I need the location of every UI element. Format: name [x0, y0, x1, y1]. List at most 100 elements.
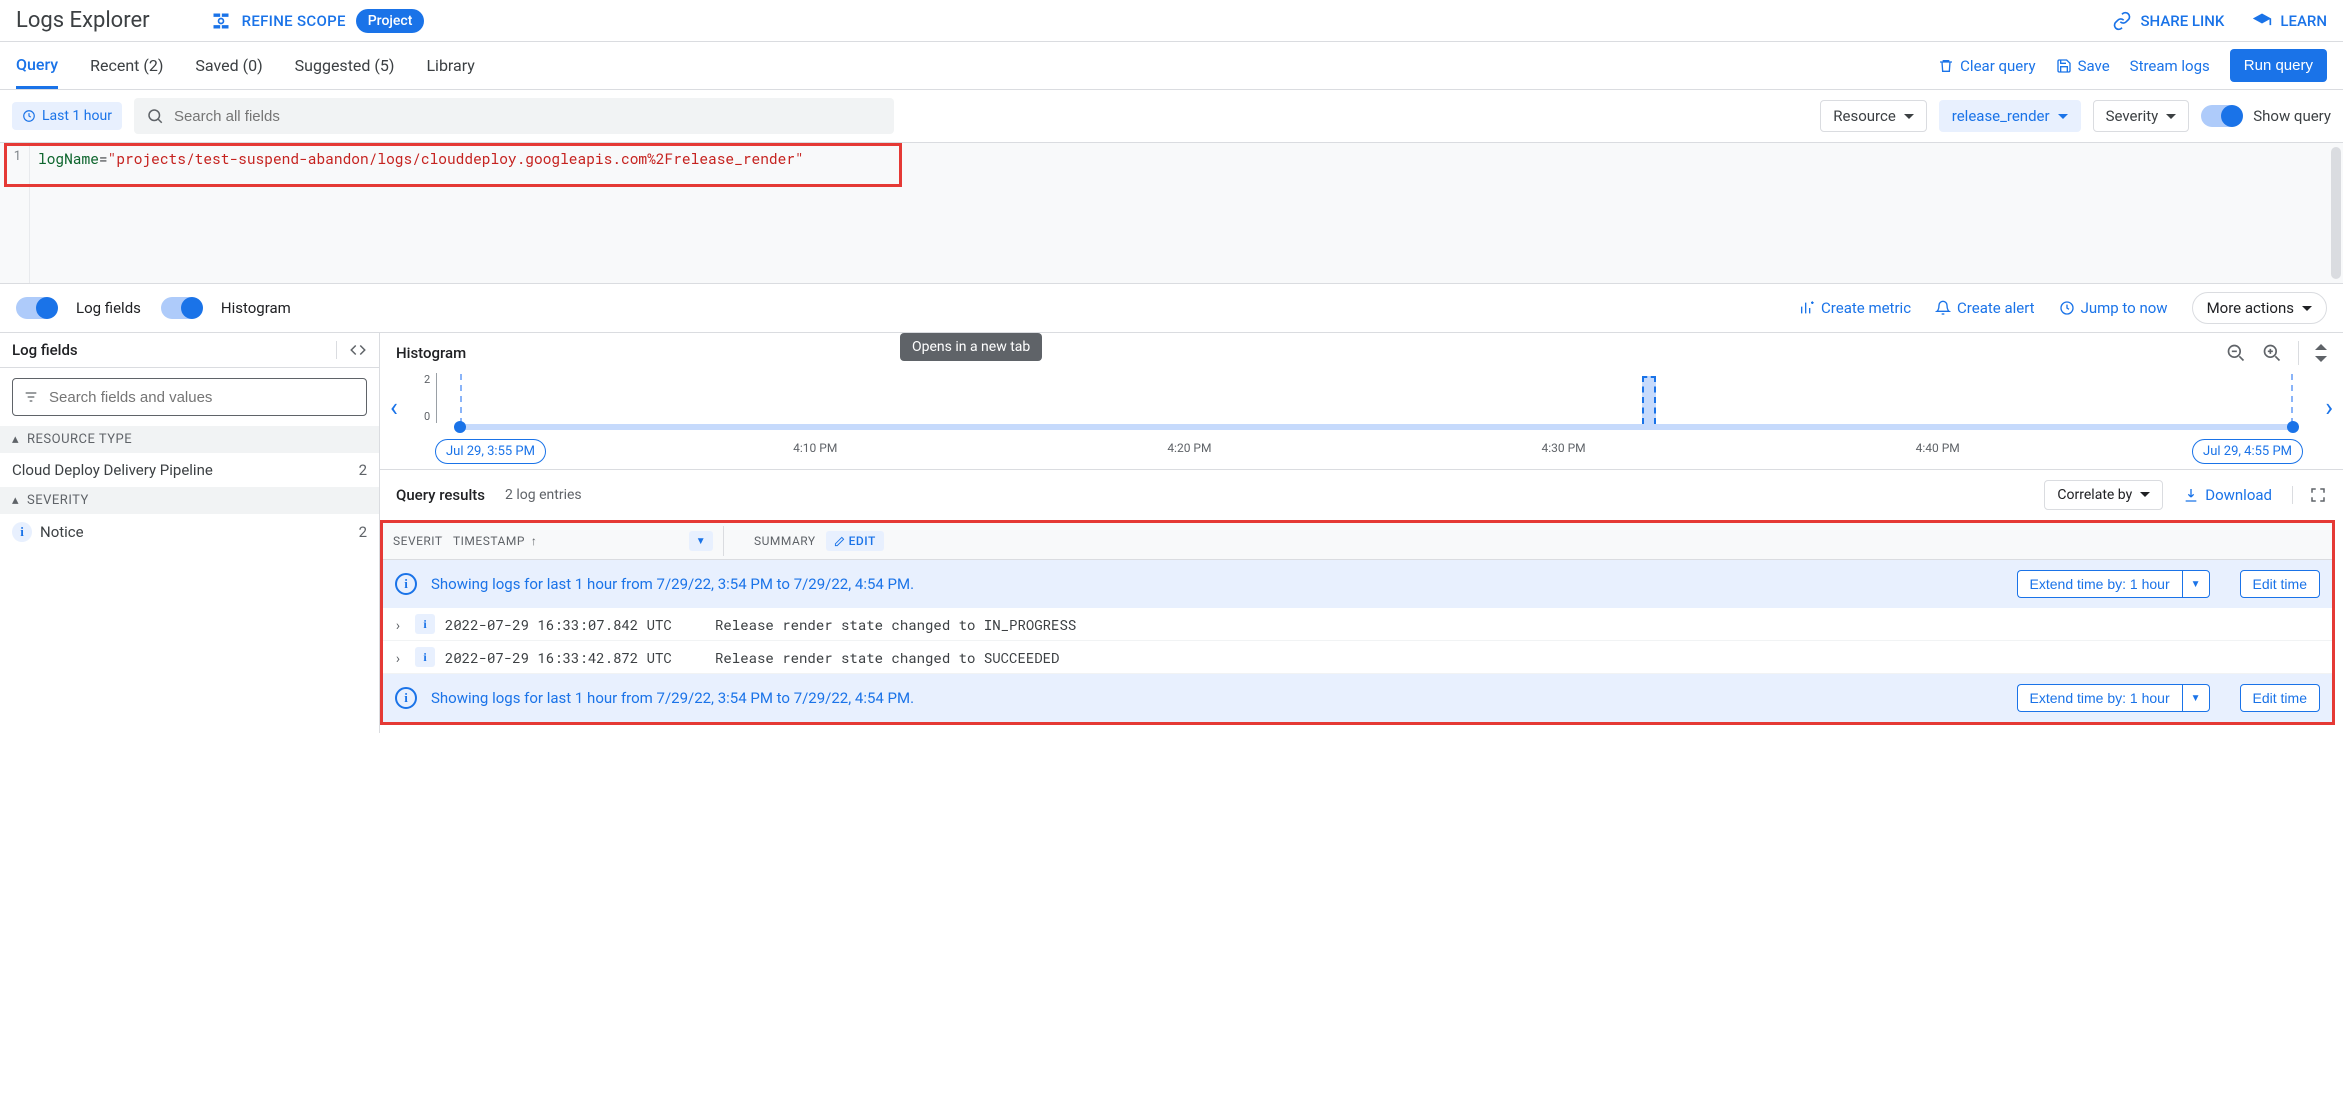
chevron-down-icon — [2302, 299, 2312, 317]
extend-time-button[interactable]: Extend time by: 1 hour — [2017, 684, 2182, 712]
histogram-chart[interactable]: 20 ‹ › . 4:10 PM 4:20 PM 4:30 PM 4:40 PM… — [380, 369, 2343, 469]
info-icon: i — [12, 522, 32, 542]
resource-type-row[interactable]: Cloud Deploy Delivery Pipeline 2 — [0, 453, 379, 487]
edit-label: EDIT — [849, 534, 876, 548]
correlate-by-dropdown[interactable]: Correlate by — [2044, 480, 2163, 510]
more-actions-dropdown[interactable]: More actions — [2192, 292, 2327, 324]
results-info-row-top: i Showing logs for last 1 hour from 7/29… — [383, 560, 2332, 608]
resource-row-count: 2 — [359, 461, 367, 479]
histogram-bar — [1642, 376, 1656, 424]
editor-scrollbar[interactable] — [2331, 147, 2341, 279]
logname-dropdown[interactable]: release_render — [1939, 100, 2081, 132]
query-line[interactable]: logName="projects/test-suspend-abandon/l… — [30, 143, 2343, 174]
log-summary: Release render state changed to IN_PROGR… — [715, 615, 2324, 634]
tab-recent[interactable]: Recent (2) — [90, 44, 163, 87]
tab-suggested[interactable]: Suggested (5) — [295, 44, 395, 87]
create-alert-button[interactable]: Create alert — [1935, 299, 2035, 317]
resource-type-header[interactable]: ▴ RESOURCE TYPE — [0, 426, 379, 453]
learn-button[interactable]: LEARN — [2252, 11, 2327, 31]
resource-type-label: RESOURCE TYPE — [27, 432, 132, 447]
search-fields-input[interactable] — [174, 108, 882, 125]
col-summary-label: SUMMARY — [754, 534, 816, 548]
severity-header[interactable]: ▴ SEVERITY — [0, 487, 379, 514]
log-summary: Release render state changed to SUCCEEDE… — [715, 648, 2324, 667]
histogram-end-marker — [2291, 374, 2293, 424]
tab-saved[interactable]: Saved (0) — [195, 44, 262, 87]
histogram-end-chip[interactable]: Jul 29, 4:55 PM — [2192, 439, 2303, 464]
chevron-down-icon — [2058, 107, 2068, 125]
histogram-prev-icon[interactable]: ‹ — [390, 393, 398, 423]
expand-up-icon[interactable] — [2315, 344, 2327, 362]
histogram-end-handle[interactable] — [2287, 421, 2299, 433]
top-bar: Logs Explorer REFINE SCOPE Project SHARE… — [0, 0, 2343, 42]
histogram-start-handle[interactable] — [454, 421, 466, 433]
expand-row-icon[interactable]: › — [391, 615, 405, 634]
severity-dropdown[interactable]: Severity — [2093, 100, 2190, 132]
run-query-button[interactable]: Run query — [2230, 49, 2327, 82]
resource-label: Resource — [1833, 107, 1896, 125]
extend-time-dropdown[interactable]: ▼ — [2182, 570, 2210, 598]
col-summary[interactable]: SUMMARY EDIT — [744, 523, 2332, 559]
refine-scope[interactable]: REFINE SCOPE Project — [210, 9, 425, 33]
download-button[interactable]: Download — [2183, 486, 2272, 504]
fields-search-wrap[interactable] — [12, 378, 367, 416]
col-timestamp[interactable]: TIMESTAMP ↑ ▼ — [443, 523, 723, 559]
logname-label: release_render — [1952, 107, 2050, 125]
col-severity[interactable]: SEVERITY — [383, 526, 443, 556]
log-fields-title: Log fields — [12, 341, 78, 359]
scope-pill[interactable]: Project — [356, 9, 425, 33]
clock-icon — [2059, 300, 2075, 316]
time-range-chip[interactable]: Last 1 hour — [12, 102, 122, 130]
histogram-start-chip[interactable]: Jul 29, 3:55 PM — [435, 439, 546, 464]
query-key: logName — [38, 149, 99, 168]
edit-summary-chip[interactable]: EDIT — [826, 531, 884, 551]
zoom-in-icon[interactable] — [2262, 343, 2282, 363]
edit-time-button[interactable]: Edit time — [2240, 570, 2320, 598]
clear-query-button[interactable]: Clear query — [1938, 57, 2035, 75]
tab-query[interactable]: Query — [16, 43, 58, 89]
histogram-toggle[interactable] — [161, 297, 201, 319]
log-fields-panel: Log fields ▴ RESOURCE TYPE Cloud Deploy … — [0, 333, 380, 733]
jump-to-now-button[interactable]: Jump to now — [2059, 299, 2168, 317]
zoom-out-icon[interactable] — [2226, 343, 2246, 363]
share-link-button[interactable]: SHARE LINK — [2112, 11, 2224, 31]
create-metric-button[interactable]: Create metric — [1799, 299, 1911, 317]
page-title: Logs Explorer — [16, 8, 150, 33]
extend-time-dropdown[interactable]: ▼ — [2182, 684, 2210, 712]
log-timestamp: 2022-07-29 16:33:42.872 UTC — [445, 648, 705, 667]
show-query-label: Show query — [2253, 107, 2331, 125]
stream-logs-button[interactable]: Stream logs — [2130, 57, 2210, 75]
fields-search-input[interactable] — [49, 389, 356, 406]
log-row[interactable]: › i 2022-07-29 16:33:42.872 UTC Release … — [383, 641, 2332, 674]
tab-library[interactable]: Library — [426, 44, 474, 87]
log-row[interactable]: › i 2022-07-29 16:33:07.842 UTC Release … — [383, 608, 2332, 641]
search-fields-wrap[interactable] — [134, 98, 894, 134]
bell-icon — [1935, 300, 1951, 316]
histogram-toggle-label: Histogram — [221, 299, 291, 317]
log-fields-toggle[interactable] — [16, 297, 56, 319]
log-fields-toggle-label: Log fields — [76, 299, 141, 317]
histogram-track[interactable] — [460, 424, 2293, 430]
fullscreen-icon[interactable] — [2292, 486, 2327, 504]
time-range-label: Last 1 hour — [42, 108, 112, 124]
query-results-title: Query results — [396, 486, 485, 504]
chevron-down-icon — [1904, 107, 1914, 125]
panel-collapse-icon[interactable] — [336, 341, 367, 359]
expand-row-icon[interactable]: › — [391, 648, 405, 667]
edit-time-button[interactable]: Edit time — [2240, 684, 2320, 712]
show-query-toggle[interactable] — [2201, 105, 2241, 127]
histogram-next-icon[interactable]: › — [2325, 393, 2333, 423]
scope-icon — [210, 10, 232, 32]
query-editor[interactable]: 1 logName="projects/test-suspend-abandon… — [0, 143, 2343, 283]
timestamp-options-icon[interactable]: ▼ — [689, 531, 713, 551]
download-icon — [2183, 487, 2199, 503]
severity-row[interactable]: i Notice 2 — [0, 514, 379, 550]
save-button[interactable]: Save — [2056, 57, 2110, 75]
histogram-start-marker — [460, 374, 462, 424]
histogram-y-axis: 20 — [424, 373, 437, 423]
query-value: "projects/test-suspend-abandon/logs/clou… — [108, 149, 804, 168]
share-link-label: SHARE LINK — [2140, 12, 2224, 30]
resource-dropdown[interactable]: Resource — [1820, 100, 1927, 132]
main-split: Log fields ▴ RESOURCE TYPE Cloud Deploy … — [0, 332, 2343, 733]
extend-time-button[interactable]: Extend time by: 1 hour — [2017, 570, 2182, 598]
